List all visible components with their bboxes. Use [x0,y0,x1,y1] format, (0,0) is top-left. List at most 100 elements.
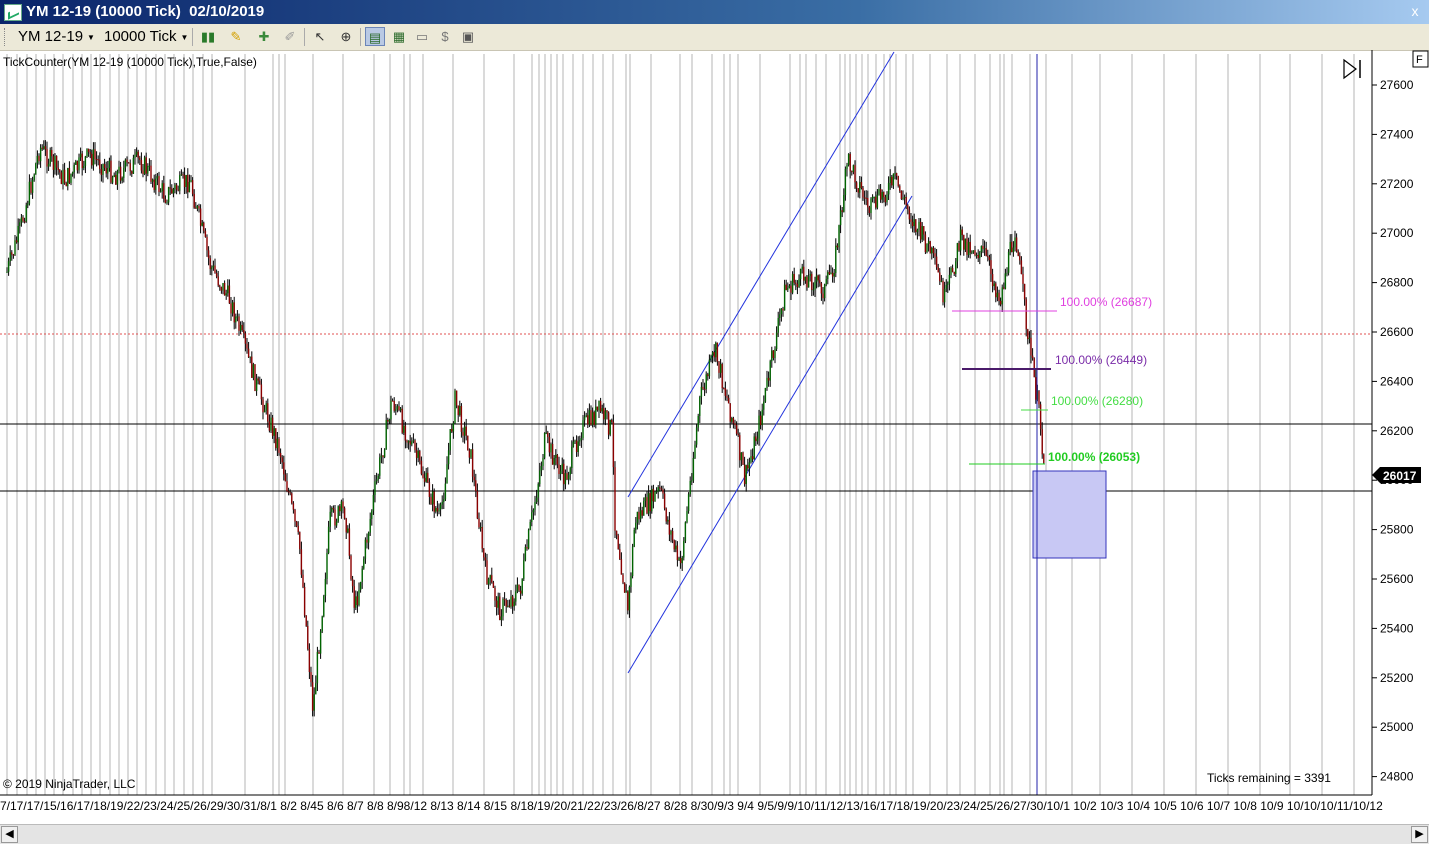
bar-style-icon[interactable]: ▮▮ [198,27,218,46]
candle-body [484,557,487,561]
candle-body [867,198,869,208]
candle-body [449,429,451,451]
instrument-dropdown[interactable]: YM 12-19 ▼ [18,27,95,46]
price-tick-label: 26600 [1380,325,1414,339]
candle-body [147,165,149,174]
candle-body [905,197,907,206]
candle-body [382,455,384,458]
candle-body [998,292,1000,301]
horizontal-scrollbar[interactable]: ◀ ▶ [0,824,1429,844]
candle-body [415,450,418,458]
candle-body [393,401,395,411]
candle-body [796,283,799,288]
candle-body [871,196,874,199]
candle-body [414,440,416,451]
candle-body [838,225,840,248]
candle-body [737,433,739,436]
candle-body [830,272,832,275]
candle-body [575,440,578,453]
candle-body [291,493,293,504]
candle-body [311,682,314,711]
candle-body [19,222,21,226]
candle-body [649,493,651,512]
candle-body [55,155,58,168]
candle-body [225,293,227,296]
candle-body [519,590,522,594]
candle-body [619,549,621,560]
candle-body [627,591,629,611]
candle-body [1022,273,1024,284]
play-forward-icon[interactable] [1343,58,1361,80]
candle-body [275,428,277,449]
price-tick-label: 26200 [1380,424,1414,438]
channel-lower-line[interactable] [627,195,913,674]
candle-body [6,271,8,273]
candle-body [259,380,261,385]
candle-body [363,558,365,569]
candle-body [107,168,109,174]
interval-dropdown[interactable]: 10000 Tick ▼ [104,27,188,46]
toolbar-separator [360,28,361,46]
close-button[interactable]: x [1406,3,1424,20]
chevron-down-icon: ▼ [180,32,189,42]
price-axis[interactable]: 27600 27400 27200 27000 26800 26600 26400 26200… [1372,78,1414,784]
toolbar-grip[interactable] [4,28,8,46]
candle-body [579,440,581,442]
candle-body [919,221,922,240]
candle-body [569,468,571,475]
candle-body [209,258,211,270]
chart-trader-icon[interactable]: ▤ [365,27,385,46]
candle-body [455,390,458,406]
properties-icon[interactable]: ▭ [412,27,432,46]
candle-body [742,452,744,465]
selection-box[interactable] [1032,470,1107,559]
candle-body [492,582,495,588]
crosshair-icon[interactable]: ✚ [254,27,274,46]
candle-body [204,230,207,237]
strategies-icon[interactable]: $ [435,27,455,46]
pointer-icon[interactable]: ↖ [310,27,330,46]
candle-body [140,159,143,171]
candle-body [491,575,493,583]
chart-panel[interactable]: 100.00% (26687) 100.00% (26449) 100.00% … [0,50,1429,824]
candle-body [166,202,168,204]
candle-body [942,280,944,303]
candle-body [899,186,901,191]
candle-body [307,625,309,650]
candle-body [273,428,275,436]
scroll-right-button[interactable]: ▶ [1411,826,1428,843]
candle-body [518,584,520,591]
candle-body [191,180,194,194]
candle-body [692,458,695,481]
candle-body [947,283,949,286]
candle-body [823,284,826,299]
candle-body [303,586,306,616]
candle-body [135,151,138,155]
candle-body [545,432,547,434]
candle-body [391,400,394,402]
price-tick-label: 27400 [1380,127,1414,141]
candle-body [222,282,224,291]
price-chart[interactable]: 100.00% (26687) 100.00% (26449) 100.00% … [0,50,1429,824]
zoom-icon[interactable]: ⊕ [336,27,356,46]
channel-upper-line[interactable] [627,51,895,498]
candle-body [23,221,26,223]
layout-icon[interactable]: ▣ [458,27,478,46]
candle-body [270,417,272,431]
candle-body [881,192,883,200]
scroll-left-button[interactable]: ◀ [1,826,18,843]
candle-body [436,507,439,512]
candle-body [700,386,703,397]
candle-body [902,198,904,200]
eraser-icon[interactable]: ✐ [280,27,300,46]
candle-body [603,408,605,420]
candle-body [966,238,968,255]
candle-body [948,274,951,284]
candle-body [279,452,282,458]
candle-body [20,217,23,223]
candle-body [697,415,699,428]
candle-body [295,521,298,526]
pencil-icon[interactable]: ✎ [226,27,246,46]
data-box-icon[interactable]: ▦ [389,27,409,46]
candle-body [551,443,554,465]
